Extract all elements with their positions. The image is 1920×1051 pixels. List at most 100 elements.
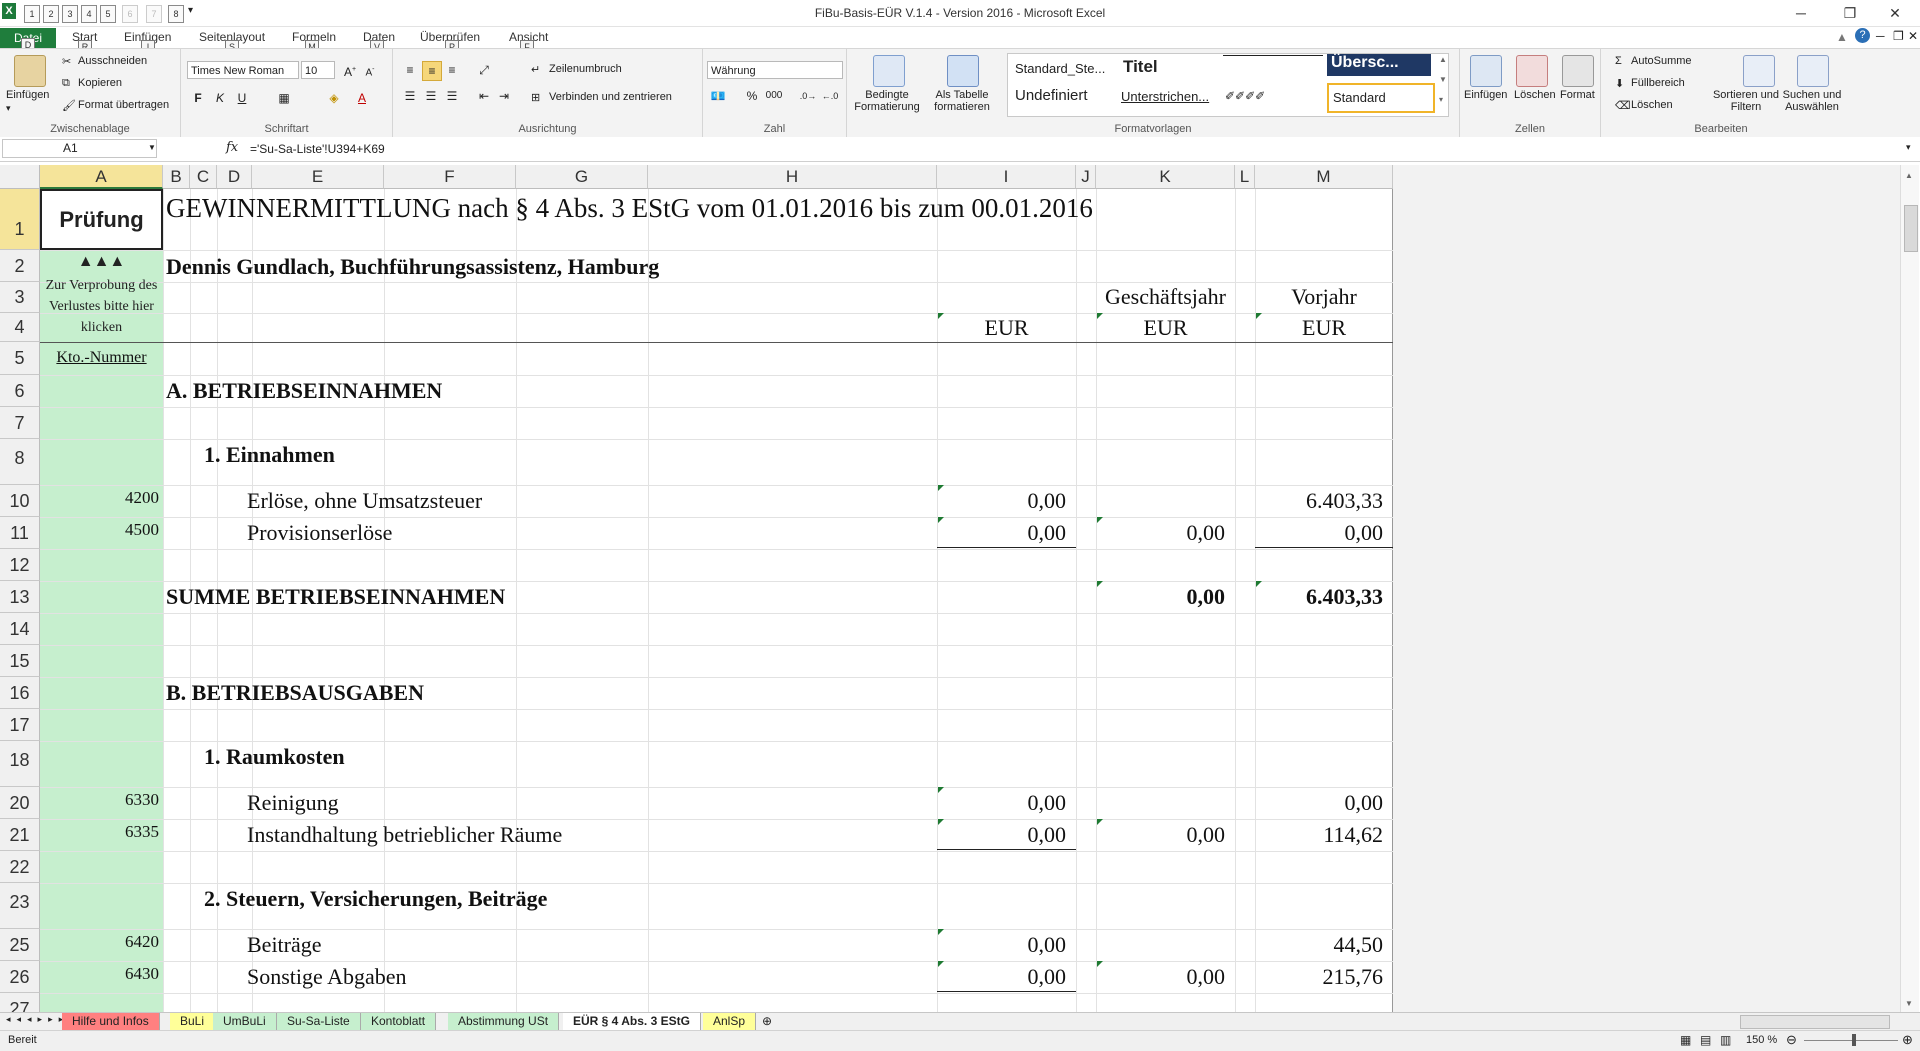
font-color-icon[interactable]: A: [353, 89, 371, 107]
font-size-select[interactable]: 10: [301, 61, 335, 79]
format-painter-button[interactable]: Format übertragen: [78, 99, 169, 111]
col-header-i[interactable]: I: [937, 165, 1076, 189]
value-i[interactable]: 0,00: [937, 932, 1067, 958]
conditional-format-button[interactable]: Bedingte Formatierung: [851, 89, 923, 113]
row-header[interactable]: 1: [0, 189, 40, 250]
wrap-icon[interactable]: ↵: [531, 63, 540, 76]
merge-icon[interactable]: ⊞: [531, 91, 540, 104]
row-header[interactable]: 16: [0, 677, 40, 709]
sheet-nav-icons[interactable]: ◂◂◂▸▸▸: [6, 1014, 69, 1025]
cut-icon[interactable]: ✂: [62, 55, 71, 68]
row-header[interactable]: 10: [0, 485, 40, 517]
col-header-k[interactable]: K: [1096, 165, 1235, 189]
increase-indent-icon[interactable]: ⇥: [495, 87, 513, 105]
restore-icon[interactable]: ❐: [1835, 3, 1865, 23]
account-number[interactable]: 4500: [40, 520, 159, 540]
col-header-j[interactable]: J: [1076, 165, 1096, 189]
ribbon-minimize-icon[interactable]: ▲: [1836, 30, 1848, 44]
align-middle-icon[interactable]: ≡: [422, 61, 442, 81]
verprobung-link[interactable]: Zur Verprobung des Verlustes bitte hier …: [40, 275, 163, 338]
row-header[interactable]: 7: [0, 407, 40, 439]
style-undefiniert[interactable]: Undefiniert: [1015, 87, 1088, 104]
italic-button[interactable]: K: [211, 89, 229, 107]
value-m[interactable]: 44,50: [1255, 932, 1384, 958]
style-standard[interactable]: Standard: [1327, 83, 1435, 113]
row-header[interactable]: 6: [0, 375, 40, 407]
paste-dropdown-icon[interactable]: ▾: [6, 103, 11, 114]
sheet-tab[interactable]: Abstimmung USt: [448, 1013, 560, 1030]
value-k[interactable]: 0,00: [1096, 964, 1226, 990]
sum-a-k[interactable]: 0,00: [1096, 584, 1226, 610]
delete-cells-button[interactable]: Löschen: [1514, 89, 1556, 101]
account-number[interactable]: 6420: [40, 932, 159, 952]
wrap-text-button[interactable]: Zeilenumbruch: [549, 63, 622, 75]
row-header[interactable]: 25: [0, 929, 40, 961]
gallery-more-icon[interactable]: ▾: [1439, 95, 1443, 104]
borders-icon[interactable]: ▦: [275, 89, 293, 107]
value-i[interactable]: 0,00: [937, 488, 1067, 514]
row-header[interactable]: 3: [0, 282, 40, 313]
row-header[interactable]: 22: [0, 851, 40, 883]
insert-cells-button[interactable]: Einfügen: [1464, 89, 1507, 101]
insert-cells-icon[interactable]: [1470, 55, 1502, 87]
col-header-h[interactable]: H: [648, 165, 937, 189]
col-header-g[interactable]: G: [516, 165, 648, 189]
account-number[interactable]: 6330: [40, 790, 159, 810]
orientation-icon[interactable]: ⤢: [475, 61, 493, 79]
bold-button[interactable]: F: [189, 89, 207, 107]
line-label[interactable]: Provisionserlöse: [247, 520, 392, 546]
paste-icon[interactable]: [14, 55, 46, 87]
horizontal-scrollbar[interactable]: [1740, 1015, 1890, 1029]
page-break-view-icon[interactable]: ▥: [1720, 1033, 1731, 1047]
sheet-tab[interactable]: BuLi: [170, 1013, 216, 1030]
sheet-tab[interactable]: Kontoblatt: [361, 1013, 437, 1030]
style-icons-sample[interactable]: ✐✐✐✐: [1225, 89, 1265, 103]
value-m[interactable]: 215,76: [1255, 964, 1384, 990]
clear-button[interactable]: Löschen: [1631, 99, 1673, 111]
copy-icon[interactable]: ⧉: [62, 77, 70, 90]
style-unterstrichen[interactable]: Unterstrichen...: [1121, 89, 1209, 104]
row-header[interactable]: 12: [0, 549, 40, 581]
sum-a-m[interactable]: 6.403,33: [1255, 584, 1383, 610]
cut-button[interactable]: Ausschneiden: [78, 55, 147, 67]
value-k[interactable]: 0,00: [1096, 520, 1226, 546]
row-header[interactable]: 4: [0, 313, 40, 342]
conditional-format-icon[interactable]: [873, 55, 905, 87]
select-all-corner[interactable]: [0, 165, 40, 189]
underline-button[interactable]: U: [233, 89, 251, 107]
zoom-in-icon[interactable]: ⊕: [1902, 1032, 1913, 1048]
merge-center-button[interactable]: Verbinden und zentrieren: [549, 91, 672, 103]
format-cells-button[interactable]: Format: [1560, 89, 1595, 101]
decrease-indent-icon[interactable]: ⇤: [475, 87, 493, 105]
value-m[interactable]: 6.403,33: [1255, 488, 1383, 514]
gallery-up-icon[interactable]: ▲: [1439, 55, 1447, 64]
name-box[interactable]: A1: [2, 139, 157, 158]
row-header[interactable]: 15: [0, 645, 40, 677]
row-header[interactable]: 8: [0, 439, 40, 485]
account-number[interactable]: 6430: [40, 964, 159, 984]
fill-color-icon[interactable]: ◈: [325, 89, 343, 107]
thousands-button[interactable]: 000: [765, 87, 783, 105]
row-header[interactable]: 20: [0, 787, 40, 819]
row-header[interactable]: 17: [0, 709, 40, 741]
line-label[interactable]: Erlöse, ohne Umsatzsteuer: [247, 488, 482, 514]
font-name-select[interactable]: Times New Roman: [187, 61, 299, 79]
value-i[interactable]: 0,00: [937, 822, 1067, 848]
col-header-c[interactable]: C: [190, 165, 217, 189]
increase-decimal-icon[interactable]: .0→: [799, 87, 817, 105]
row-header[interactable]: 11: [0, 517, 40, 549]
row-header[interactable]: 13: [0, 581, 40, 613]
value-i[interactable]: 0,00: [937, 964, 1067, 990]
value-i[interactable]: 0,00: [937, 520, 1067, 546]
style-titel[interactable]: Titel: [1123, 57, 1158, 77]
align-left-icon[interactable]: ☰: [401, 87, 419, 105]
currency-icon[interactable]: 💶: [709, 87, 727, 105]
scroll-up-icon[interactable]: ▲: [1905, 171, 1913, 180]
sheet-tab[interactable]: UmBuLi: [213, 1013, 277, 1030]
zoom-level[interactable]: 150 %: [1746, 1034, 1777, 1046]
format-as-table-icon[interactable]: [947, 55, 979, 87]
format-painter-icon[interactable]: 🖌: [62, 99, 76, 112]
line-label[interactable]: Sonstige Abgaben: [247, 964, 407, 990]
value-k[interactable]: 0,00: [1096, 822, 1226, 848]
minimize-icon[interactable]: ─: [1786, 3, 1816, 23]
